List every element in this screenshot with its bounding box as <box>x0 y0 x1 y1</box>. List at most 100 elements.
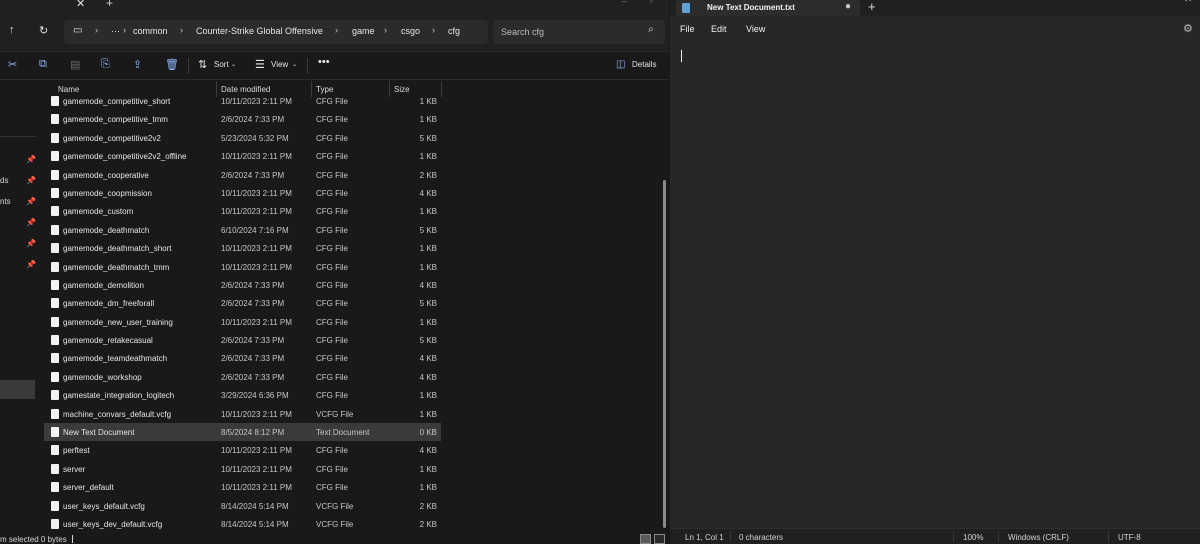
gear-icon[interactable]: ⚙ <box>1183 22 1193 35</box>
view-button[interactable]: View <box>271 60 288 69</box>
pin-icon[interactable]: 📌 <box>26 155 36 164</box>
chevron-right-icon[interactable]: › <box>95 25 98 35</box>
file-row[interactable]: gamestate_integration_logitech 3/29/2024 … <box>44 386 441 404</box>
sort-button[interactable]: Sort <box>214 60 229 69</box>
copy-icon[interactable]: ⧉ <box>39 58 47 71</box>
share-icon[interactable]: ⇪ <box>133 58 142 71</box>
file-row[interactable]: machine_convars_default.vcfg 10/11/2023 2… <box>44 405 441 423</box>
chevron-right-icon[interactable]: › <box>384 25 387 35</box>
chevron-right-icon[interactable]: › <box>123 25 126 35</box>
unsaved-indicator-icon[interactable]: ● <box>845 1 851 12</box>
file-type: VCFG File <box>316 519 354 529</box>
file-row[interactable]: gamemode_demolition 2/6/2024 7:33 PM CFG F… <box>44 276 441 294</box>
search-input[interactable] <box>501 25 641 39</box>
file-size: 0 KB <box>419 428 437 438</box>
breadcrumb-overflow[interactable]: ··· <box>111 26 120 36</box>
close-tab-icon[interactable]: ✕ <box>76 0 85 10</box>
maximize-icon[interactable]: ▫ <box>1156 0 1160 5</box>
breadcrumb-csgo[interactable]: csgo <box>401 26 420 36</box>
cursor-position: Ln 1, Col 1 <box>685 533 724 542</box>
file-row[interactable]: gamemode_competitive2v2 5/23/2024 5:32 PM… <box>44 129 441 147</box>
file-row[interactable]: gamemode_deathmatch_tmm 10/11/2023 2:11 P… <box>44 258 441 276</box>
pin-icon[interactable]: 📌 <box>26 239 36 248</box>
file-row[interactable]: gamemode_retakecasual 2/6/2024 7:33 PM CFG… <box>44 331 441 349</box>
nav-item-selected[interactable] <box>0 380 35 399</box>
chevron-right-icon[interactable]: › <box>335 25 338 35</box>
file-icon <box>51 243 59 254</box>
file-row[interactable]: gamemode_new_user_training 10/11/2023 2:1… <box>44 313 441 331</box>
tiles-view-toggle[interactable] <box>654 534 665 544</box>
notepad-tab[interactable]: New Text Document.txt ● <box>676 0 860 16</box>
notepad-editor <box>670 42 1200 528</box>
file-row[interactable]: gamemode_competitive_short 10/11/2023 2:1… <box>44 92 441 110</box>
file-type: CFG File <box>316 372 348 382</box>
address-bar[interactable]: ▭ › ··· › common › Counter-Strike Global… <box>64 20 488 44</box>
search-icon[interactable]: ⌕ <box>648 24 654 35</box>
close-window-icon[interactable]: ✕ <box>1184 0 1192 5</box>
up-arrow-icon[interactable]: ↑ <box>9 24 15 36</box>
file-row[interactable]: gamemode_dm_freeforall 2/6/2024 7:33 PM CF… <box>44 294 441 312</box>
minimize-icon[interactable]: – <box>622 0 627 6</box>
file-name: gamestate_integration_logitech <box>63 391 175 401</box>
delete-icon[interactable]: 🗑 <box>165 58 179 71</box>
minimize-icon[interactable]: – <box>1128 0 1134 5</box>
maximize-icon[interactable]: ▫ <box>650 0 653 6</box>
breadcrumb-cfg[interactable]: cfg <box>448 26 460 36</box>
notepad-text-area[interactable] <box>670 42 1200 528</box>
file-row[interactable]: user_keys_dev_default.vcfg 8/14/2024 5:14… <box>44 515 441 533</box>
breadcrumb-common[interactable]: common <box>133 26 168 36</box>
menu-file[interactable]: File <box>680 24 695 34</box>
menu-view[interactable]: View <box>746 24 765 34</box>
chevron-right-icon[interactable]: › <box>180 25 183 35</box>
sort-icon[interactable]: ⇅ <box>198 58 207 71</box>
chevron-right-icon[interactable]: › <box>432 25 435 35</box>
file-row[interactable]: server_default 10/11/2023 2:11 PM CFG File… <box>44 478 441 496</box>
file-row[interactable]: gamemode_competitive2v2_offline 10/11/202… <box>44 147 441 165</box>
file-size: 2 KB <box>419 501 437 511</box>
nav-item-fragment[interactable]: nts <box>0 197 11 206</box>
details-button[interactable]: Details <box>632 60 656 69</box>
file-row[interactable]: gamemode_coopmission 10/11/2023 2:11 PM CF… <box>44 184 441 202</box>
pin-icon[interactable]: 📌 <box>26 176 36 185</box>
nav-item-fragment[interactable]: ds <box>0 176 8 185</box>
file-icon <box>51 132 59 143</box>
pin-icon[interactable]: 📌 <box>26 218 36 227</box>
new-tab-icon[interactable]: + <box>868 0 876 14</box>
file-row[interactable]: user_keys_default.vcfg 8/14/2024 5:14 PM V… <box>44 497 441 515</box>
vertical-scrollbar[interactable] <box>663 180 666 528</box>
chevron-down-icon[interactable]: ⌄ <box>231 61 236 68</box>
pin-icon[interactable]: 📌 <box>26 260 36 269</box>
file-row[interactable]: gamemode_teamdeathmatch 2/6/2024 7:33 PM C… <box>44 349 441 367</box>
encoding[interactable]: UTF-8 <box>1118 533 1141 542</box>
breadcrumb-game[interactable]: game <box>352 26 375 36</box>
more-options-icon[interactable]: ••• <box>318 56 330 68</box>
file-row[interactable]: perftest 10/11/2023 2:11 PM CFG File 4 KB <box>44 441 441 459</box>
search-box[interactable]: ⌕ <box>493 20 665 44</box>
file-row[interactable]: gamemode_custom 10/11/2023 2:11 PM CFG Fil… <box>44 202 441 220</box>
file-row[interactable]: server 10/11/2023 2:11 PM CFG File 1 KB <box>44 460 441 478</box>
file-row[interactable]: New Text Document 8/5/2024 8:12 PM Text Do… <box>44 423 441 442</box>
file-row[interactable]: gamemode_deathmatch_short 10/11/2023 2:11… <box>44 239 441 257</box>
file-row[interactable]: gamemode_workshop 2/6/2024 7:33 PM CFG Fil… <box>44 368 441 386</box>
breadcrumb-counter-strike[interactable]: Counter-Strike Global Offensive <box>196 26 323 36</box>
zoom-level[interactable]: 100% <box>963 533 983 542</box>
details-pane-icon[interactable]: ◫ <box>616 59 625 70</box>
file-type: CFG File <box>316 391 348 401</box>
paste-icon[interactable]: ▤ <box>70 58 80 71</box>
chevron-down-icon[interactable]: ⌄ <box>292 61 297 68</box>
command-bar: ✂ ⧉ ▤ ⎘ ⇪ 🗑 ⇅ Sort ⌄ ☰ View ⌄ ••• ◫ Deta… <box>0 52 669 80</box>
pin-icon[interactable]: 📌 <box>26 197 36 206</box>
view-icon[interactable]: ☰ <box>255 58 265 71</box>
rename-icon[interactable]: ⎘ <box>101 58 110 71</box>
new-tab-icon[interactable]: + <box>106 0 113 10</box>
notepad-tab-title: New Text Document.txt <box>707 3 795 12</box>
refresh-icon[interactable]: ↻ <box>39 24 48 37</box>
details-view-toggle[interactable] <box>640 534 651 544</box>
file-row[interactable]: gamemode_cooperative 2/6/2024 7:33 PM CFG … <box>44 166 441 184</box>
line-ending[interactable]: Windows (CRLF) <box>1008 533 1069 542</box>
cut-icon[interactable]: ✂ <box>8 58 17 71</box>
file-row[interactable]: gamemode_deathmatch 6/10/2024 7:16 PM CFG … <box>44 221 441 239</box>
menu-edit[interactable]: Edit <box>711 24 727 34</box>
file-icon <box>51 206 59 217</box>
file-row[interactable]: gamemode_competitive_tmm 2/6/2024 7:33 PM… <box>44 110 441 128</box>
